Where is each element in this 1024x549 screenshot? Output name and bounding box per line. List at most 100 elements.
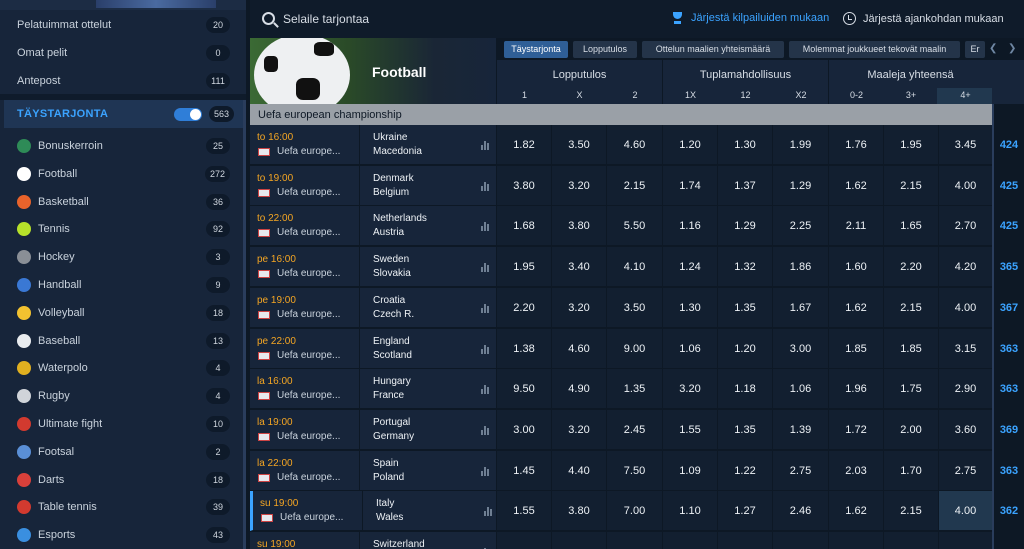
odds-button[interactable]: 1.30 <box>717 125 772 165</box>
odds-button[interactable]: 2.20 <box>496 287 551 328</box>
odds-button[interactable] <box>606 532 662 549</box>
event-row[interactable]: la 22:00 Uefa europe... Spain Poland 1.45 4.4… <box>250 450 1024 491</box>
event-info[interactable]: pe 22:00 Uefa europe... England Scotland <box>250 328 496 369</box>
tab-more[interactable]: Er <box>965 41 985 58</box>
stats-icon[interactable] <box>481 425 491 435</box>
odds-button[interactable]: 1.06 <box>662 328 717 369</box>
sidebar-sport-table-tennis[interactable]: Table tennis 39 <box>0 493 246 521</box>
odds-button[interactable]: 1.35 <box>717 287 772 328</box>
search-input[interactable] <box>283 11 483 27</box>
stats-icon[interactable] <box>484 506 494 517</box>
stats-icon[interactable] <box>481 466 491 476</box>
odds-button[interactable]: 2.15 <box>883 287 938 328</box>
sidebar-sport-bonuskerroin[interactable]: Bonuskerroin 25 <box>0 132 246 160</box>
sidebar-sport-ultimate-fight[interactable]: Ultimate fight 10 <box>0 410 246 438</box>
odds-button[interactable]: 7.50 <box>606 450 662 491</box>
event-info[interactable]: to 16:00 Uefa europe... Ukraine Macedonia <box>250 125 496 165</box>
event-row[interactable]: to 16:00 Uefa europe... Ukraine Macedonia 1.… <box>250 125 1024 165</box>
event-info[interactable]: pe 16:00 Uefa europe... Sweden Slovakia <box>250 247 496 288</box>
odds-button[interactable]: 3.20 <box>551 165 606 206</box>
odds-button[interactable]: 4.90 <box>551 369 606 410</box>
odds-button[interactable]: 1.72 <box>828 409 883 450</box>
odds-button[interactable]: 4.40 <box>551 450 606 491</box>
odds-button[interactable]: 1.10 <box>662 491 717 532</box>
odds-button[interactable]: 1.55 <box>662 409 717 450</box>
event-info[interactable]: la 22:00 Uefa europe... Spain Poland <box>250 450 496 491</box>
odds-button[interactable]: 4.00 <box>938 165 992 206</box>
event-info[interactable]: la 16:00 Uefa europe... Hungary France <box>250 369 496 410</box>
odds-button[interactable]: 3.50 <box>551 125 606 165</box>
odds-button[interactable] <box>551 532 606 549</box>
odds-button[interactable]: 3.20 <box>662 369 717 410</box>
odds-button[interactable]: 1.82 <box>496 125 551 165</box>
tab-result[interactable]: Lopputulos <box>573 41 637 58</box>
odds-button[interactable]: 1.86 <box>772 247 828 288</box>
more-markets-link[interactable]: 363 <box>992 369 1024 410</box>
odds-button[interactable] <box>828 532 883 549</box>
odds-button[interactable]: 3.20 <box>551 287 606 328</box>
odds-button[interactable]: 4.10 <box>606 247 662 288</box>
odds-button[interactable]: 1.30 <box>662 287 717 328</box>
chevron-right-icon[interactable]: ❯ <box>1008 43 1016 54</box>
odds-button[interactable]: 1.37 <box>717 165 772 206</box>
sidebar-sport-volleyball[interactable]: Volleyball 18 <box>0 299 246 327</box>
odds-button[interactable]: 1.16 <box>662 206 717 247</box>
event-row[interactable]: la 16:00 Uefa europe... Hungary France 9.50 4… <box>250 369 1024 410</box>
odds-button[interactable] <box>883 532 938 549</box>
odds-button[interactable]: 2.11 <box>828 206 883 247</box>
odds-button[interactable]: 1.62 <box>828 491 883 532</box>
odds-button[interactable]: 2.00 <box>883 409 938 450</box>
more-markets-link[interactable] <box>992 532 1024 549</box>
odds-button[interactable]: 1.76 <box>828 125 883 165</box>
odds-button[interactable]: 2.15 <box>883 165 938 206</box>
stats-icon[interactable] <box>481 262 491 273</box>
odds-button[interactable]: 3.80 <box>551 206 606 247</box>
odds-button[interactable]: 1.22 <box>717 450 772 491</box>
event-row[interactable]: pe 16:00 Uefa europe... Sweden Slovakia 1.95… <box>250 247 1024 288</box>
odds-button[interactable]: 2.20 <box>883 247 938 288</box>
odds-button[interactable] <box>938 532 992 549</box>
sidebar-sport-tennis[interactable]: Tennis 92 <box>0 215 246 243</box>
event-row[interactable]: to 22:00 Uefa europe... Netherlands Austria… <box>250 206 1024 247</box>
odds-button[interactable]: 1.65 <box>883 206 938 247</box>
odds-button[interactable]: 1.32 <box>717 247 772 288</box>
odds-button[interactable]: 5.50 <box>606 206 662 247</box>
odds-button[interactable]: 2.15 <box>883 491 938 532</box>
event-info[interactable]: pe 19:00 Uefa europe... Croatia Czech R. <box>250 287 496 328</box>
sidebar-scrollbar[interactable] <box>243 100 246 549</box>
odds-button[interactable]: 1.39 <box>772 409 828 450</box>
odds-button[interactable]: 1.67 <box>772 287 828 328</box>
more-markets-link[interactable]: 362 <box>992 491 1024 532</box>
odds-button[interactable]: 1.18 <box>717 369 772 410</box>
odds-button[interactable]: 1.62 <box>828 165 883 206</box>
odds-button[interactable]: 1.62 <box>828 287 883 328</box>
odds-button[interactable]: 3.00 <box>496 409 551 450</box>
more-markets-link[interactable]: 367 <box>992 287 1024 328</box>
odds-button[interactable]: 4.00 <box>938 491 992 532</box>
competition-header[interactable]: Uefa european championship <box>250 104 992 125</box>
sidebar-item[interactable]: Omat pelit 0 <box>0 39 246 67</box>
event-info[interactable]: to 19:00 Uefa europe... Denmark Belgium <box>250 165 496 206</box>
odds-button[interactable]: 3.80 <box>551 491 606 532</box>
odds-button[interactable]: 2.75 <box>772 450 828 491</box>
more-markets-link[interactable]: 369 <box>992 409 1024 450</box>
odds-button[interactable]: 3.00 <box>772 328 828 369</box>
more-markets-link[interactable]: 363 <box>992 328 1024 369</box>
more-markets-link[interactable]: 424 <box>992 125 1024 165</box>
odds-button[interactable]: 1.29 <box>772 165 828 206</box>
odds-button[interactable]: 3.80 <box>496 165 551 206</box>
sidebar-sport-hockey[interactable]: Hockey 3 <box>0 243 246 271</box>
odds-button[interactable]: 1.85 <box>828 328 883 369</box>
odds-button[interactable]: 2.46 <box>772 491 828 532</box>
event-row[interactable]: pe 22:00 Uefa europe... England Scotland 1.3… <box>250 328 1024 369</box>
odds-button[interactable]: 1.35 <box>606 369 662 410</box>
event-row[interactable]: su 19:00Uefa europe...Switzerland <box>250 532 1024 549</box>
more-markets-link[interactable]: 425 <box>992 206 1024 247</box>
odds-button[interactable]: 1.68 <box>496 206 551 247</box>
odds-button[interactable]: 3.40 <box>551 247 606 288</box>
odds-button[interactable]: 1.85 <box>883 328 938 369</box>
odds-button[interactable] <box>717 532 772 549</box>
odds-button[interactable]: 1.99 <box>772 125 828 165</box>
odds-button[interactable]: 3.50 <box>606 287 662 328</box>
event-row[interactable]: su 19:00 Uefa europe... Italy Wales 1.55 3.80… <box>250 491 1024 532</box>
